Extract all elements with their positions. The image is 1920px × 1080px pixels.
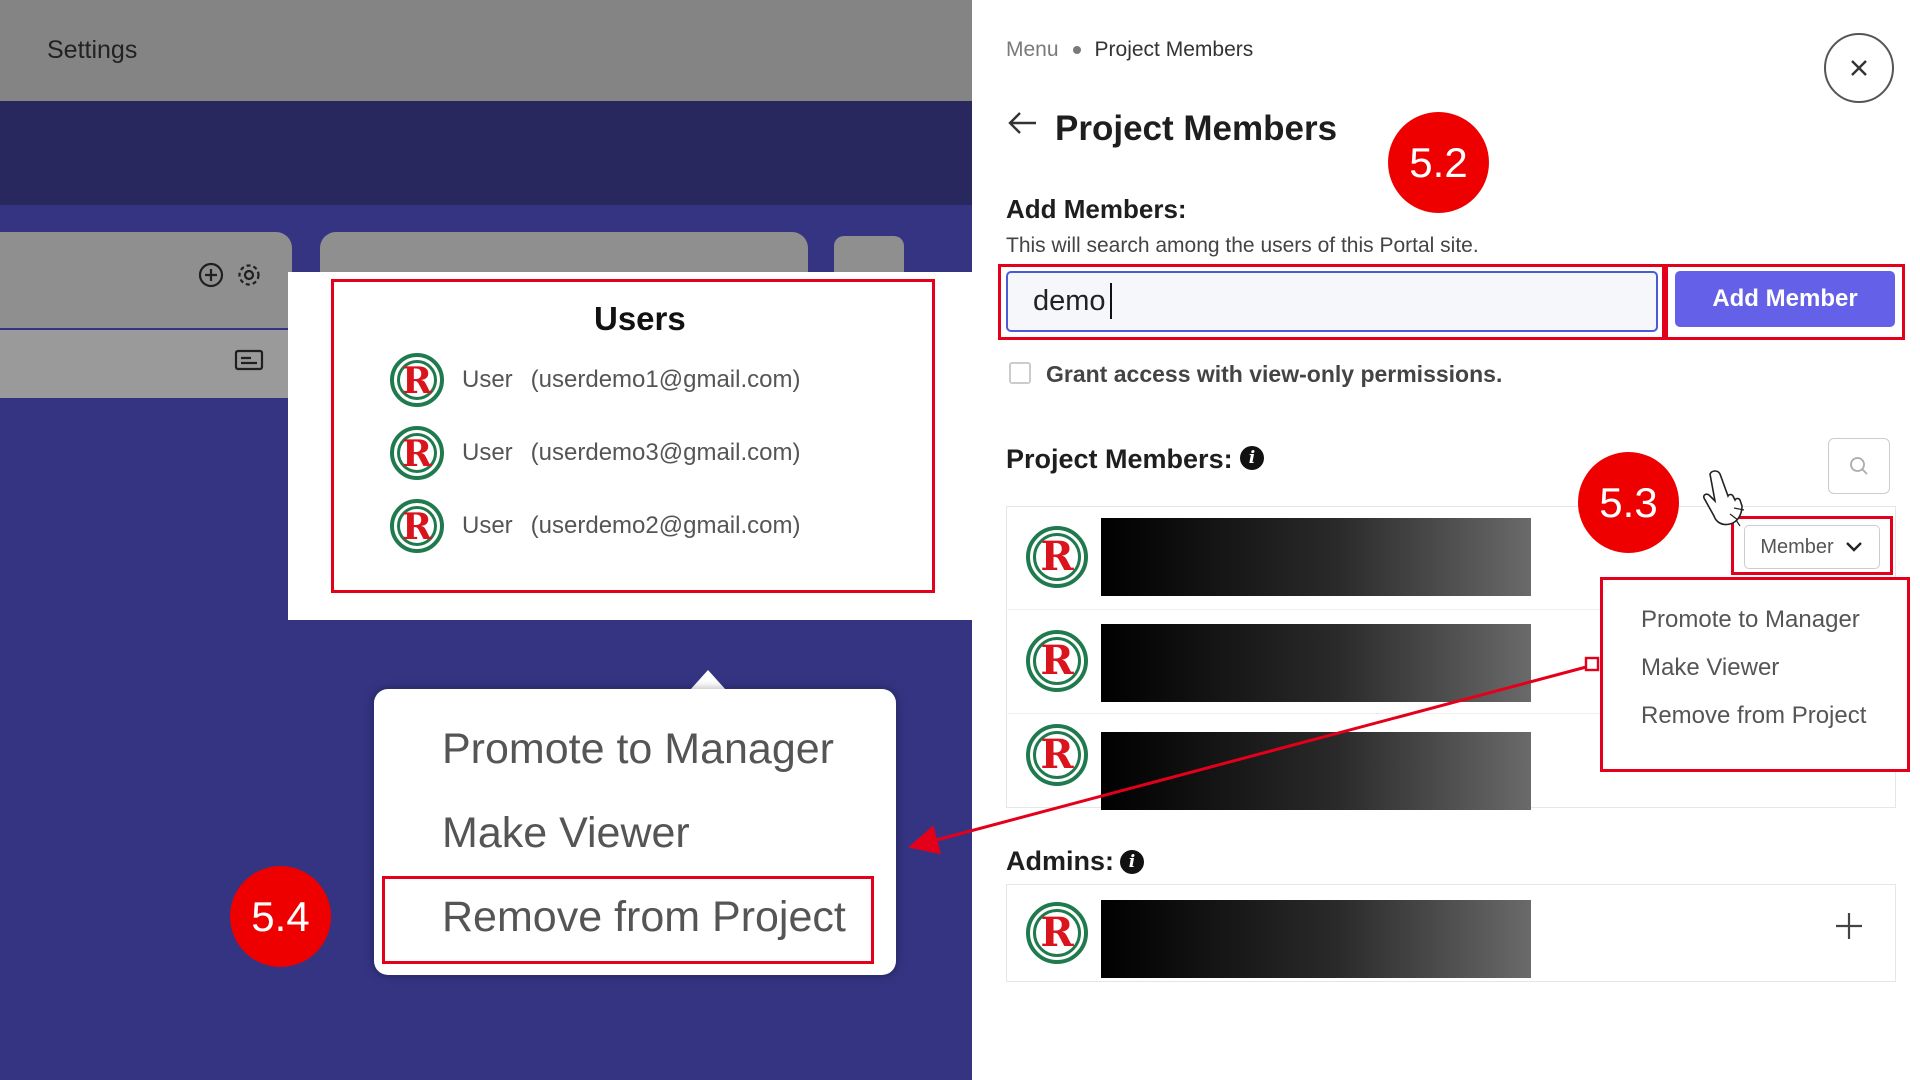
callout-arrow (908, 656, 1600, 855)
